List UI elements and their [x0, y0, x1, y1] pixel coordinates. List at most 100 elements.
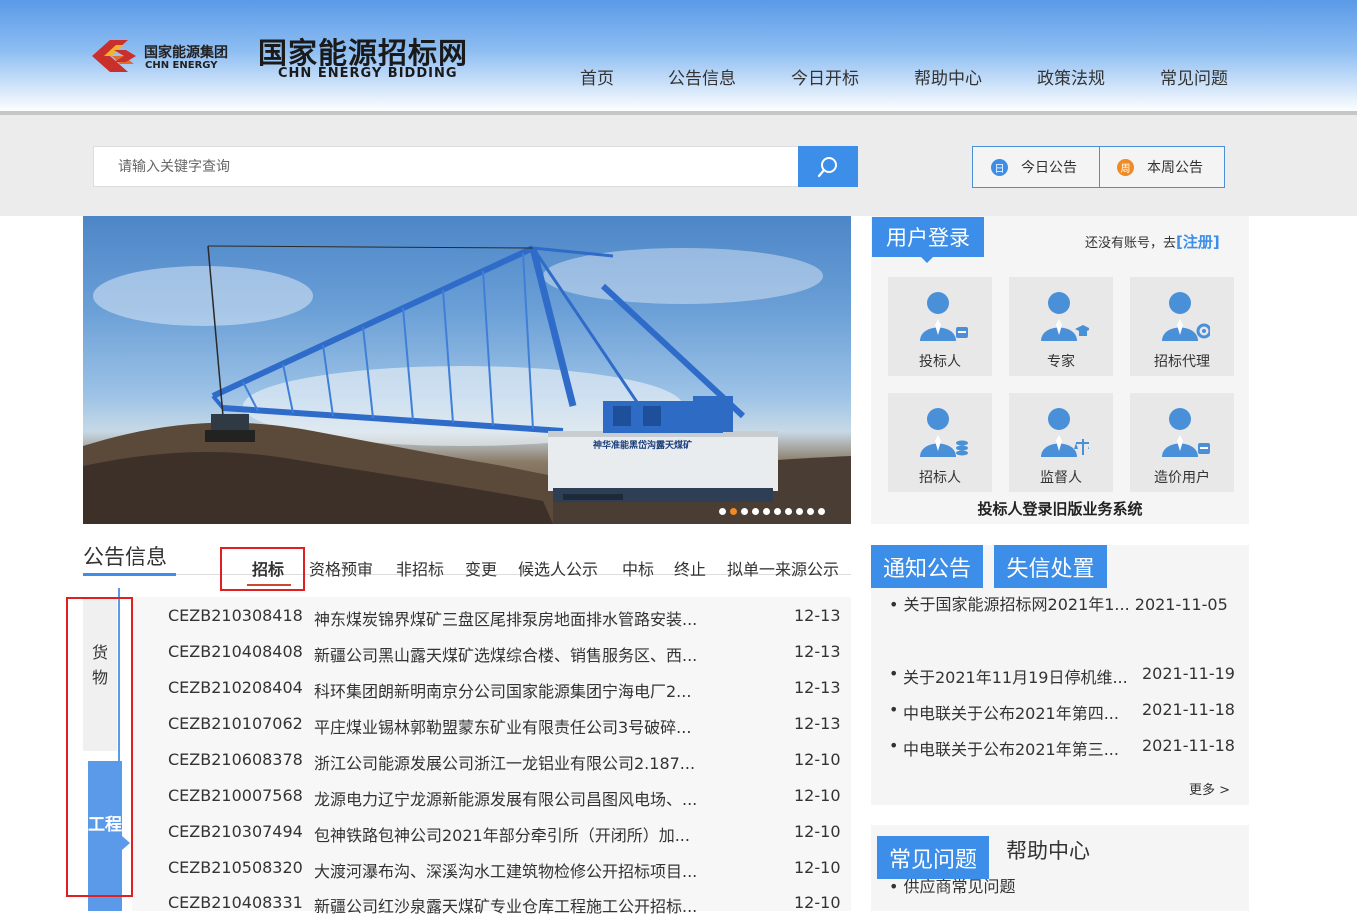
- list-item[interactable]: CEZB210508320 大渡河瀑布沟、深溪沟水工建筑物检修公开招标项目... 1…: [168, 858, 848, 882]
- role-label: 投标人: [919, 354, 961, 370]
- bidder-user-icon: [920, 292, 968, 341]
- main-nav: 首页 公告信息 今日开标 帮助中心 政策法规 常见问题: [560, 64, 1250, 89]
- agent-user-icon: [1162, 292, 1210, 341]
- calendar-week-icon: 周: [1117, 158, 1134, 176]
- role-label: 造价用户: [1154, 470, 1210, 486]
- week-announcements-label: 本周公告: [1147, 160, 1203, 176]
- cost-user-icon: [1162, 408, 1210, 457]
- tab-notices[interactable]: 通知公告: [871, 545, 983, 588]
- banner-dot[interactable]: [741, 508, 748, 515]
- item-title: 平庄煤业锡林郭勒盟蒙东矿业有限责任公司3号破碎...: [314, 718, 692, 737]
- item-title: 新疆公司黑山露天煤矿选煤综合楼、销售服务区、西...: [314, 646, 698, 665]
- banner-dot[interactable]: [818, 508, 825, 515]
- list-item[interactable]: CEZB210208404 科环集团朗新明南京分公司国家能源集团宁海电厂2... 1…: [168, 678, 848, 702]
- login-heading: 用户登录: [872, 217, 984, 257]
- item-title: 龙源电力辽宁龙源新能源发展有限公司昌图风电场、...: [314, 790, 698, 809]
- today-announcements-label: 今日公告: [1021, 160, 1077, 176]
- banner-machine-text: 神华准能黑岱沟露天煤矿: [593, 439, 692, 451]
- tenderer-user-icon: [920, 408, 968, 457]
- notice-date: 2021-11-18: [1142, 700, 1235, 719]
- list-item[interactable]: CEZB210007568 龙源电力辽宁龙源新能源发展有限公司昌图风电场、... 1…: [168, 786, 848, 810]
- list-item[interactable]: CEZB210408331 新疆公司红沙泉露天煤矿专业仓库工程施工公开招标... 1…: [168, 893, 848, 917]
- list-item[interactable]: CEZB210107062 平庄煤业锡林郭勒盟蒙东矿业有限责任公司3号破碎... 1…: [168, 714, 848, 738]
- expert-user-icon: [1041, 292, 1089, 341]
- hero-banner[interactable]: 神华准能黑岱沟露天煤矿: [83, 216, 851, 524]
- nav-policies[interactable]: 政策法规: [1037, 64, 1105, 89]
- search-button[interactable]: [798, 146, 858, 187]
- role-supervisor-button[interactable]: 监督人: [1009, 393, 1113, 492]
- banner-dot[interactable]: [752, 508, 759, 515]
- item-date: 12-13: [794, 678, 841, 697]
- tab-single-source[interactable]: 拟单一来源公示: [727, 556, 839, 580]
- role-label: 专家: [1047, 354, 1075, 370]
- banner-dot[interactable]: [796, 508, 803, 515]
- item-code: CEZB210007568: [168, 786, 303, 805]
- notices-more-link[interactable]: 更多 >: [1189, 779, 1230, 798]
- item-title: 浙江公司能源发展公司浙江一龙铝业有限公司2.187...: [314, 754, 696, 773]
- calendar-day-icon: 日: [991, 158, 1008, 176]
- old-system-login-link[interactable]: 投标人登录旧版业务系统: [871, 498, 1249, 519]
- nav-today-opening[interactable]: 今日开标: [791, 64, 859, 89]
- list-item[interactable]: CEZB210608378 浙江公司能源发展公司浙江一龙铝业有限公司2.187..…: [168, 750, 848, 774]
- role-tenderer-button[interactable]: 招标人: [888, 393, 992, 492]
- banner-dot[interactable]: [719, 508, 726, 515]
- tab-candidates[interactable]: 候选人公示: [518, 556, 598, 580]
- tab-changes[interactable]: 变更: [465, 556, 497, 580]
- item-code: CEZB210308418: [168, 606, 303, 625]
- nav-faq[interactable]: 常见问题: [1160, 64, 1228, 89]
- group-logo[interactable]: 国家能源集团 CHN ENERGY: [90, 36, 250, 80]
- group-name-en: CHN ENERGY: [145, 60, 218, 71]
- site-subtitle: CHN ENERGY BIDDING: [278, 66, 458, 81]
- nav-home[interactable]: 首页: [580, 64, 614, 89]
- notice-date: 2021-11-19: [1142, 664, 1235, 683]
- nav-announcements[interactable]: 公告信息: [668, 64, 736, 89]
- item-date: 12-13: [794, 714, 841, 733]
- bullet-icon: •: [889, 664, 899, 683]
- item-date: 12-13: [794, 642, 841, 661]
- list-item[interactable]: CEZB210307494 包神铁路包神公司2021年部分牵引所（开闭所）加...…: [168, 822, 848, 846]
- tab-credit-punishment[interactable]: 失信处置: [994, 545, 1107, 588]
- today-announcements-button[interactable]: 日 今日公告: [991, 147, 1077, 187]
- tab-prequalification[interactable]: 资格预审: [309, 556, 373, 580]
- notice-partial-item[interactable]: • 关于国家能源招标网2021年1... 2021-11-05: [889, 591, 1228, 615]
- notice-date: 2021-11-18: [1142, 736, 1235, 755]
- search-input[interactable]: [94, 147, 799, 186]
- nav-help-center[interactable]: 帮助中心: [914, 64, 982, 89]
- banner-dot-active[interactable]: [730, 508, 737, 515]
- tab-faq[interactable]: 常见问题: [877, 836, 989, 879]
- register-link[interactable]: [注册]: [1176, 233, 1220, 251]
- banner-dot[interactable]: [807, 508, 814, 515]
- notice-title: 中电联关于公布2021年第三...: [903, 740, 1119, 759]
- supervisor-user-icon: [1041, 408, 1089, 457]
- banner-dot[interactable]: [774, 508, 781, 515]
- notice-item[interactable]: • 关于2021年11月19日停机维... 2021-11-19: [889, 664, 1239, 687]
- role-bidder-button[interactable]: 投标人: [888, 277, 992, 376]
- list-item[interactable]: CEZB210308418 神东煤炭锦界煤矿三盘区尾排泵房地面排水管路安装... 1…: [168, 606, 848, 630]
- notice-item[interactable]: • 中电联关于公布2021年第四... 2021-11-18: [889, 700, 1239, 723]
- chn-energy-logo-icon: [92, 40, 136, 72]
- highlight-box-tab: [220, 547, 305, 591]
- item-title: 神东煤炭锦界煤矿三盘区尾排泵房地面排水管路安装...: [314, 610, 698, 629]
- notice-title: 中电联关于公布2021年第四...: [903, 704, 1119, 723]
- tab-terminated[interactable]: 终止: [674, 556, 706, 580]
- tab-help-center[interactable]: 帮助中心: [1006, 835, 1090, 865]
- bullet-icon: •: [889, 700, 899, 719]
- highlight-box-category: [66, 597, 133, 897]
- tab-non-bidding[interactable]: 非招标: [396, 556, 444, 580]
- banner-dot[interactable]: [763, 508, 770, 515]
- search-box: [93, 146, 799, 187]
- role-expert-button[interactable]: 专家: [1009, 277, 1113, 376]
- week-announcements-button[interactable]: 周 本周公告: [1117, 147, 1203, 187]
- tab-awarded[interactable]: 中标: [622, 556, 654, 580]
- item-code: CEZB210608378: [168, 750, 303, 769]
- role-cost-user-button[interactable]: 造价用户: [1130, 393, 1234, 492]
- list-item[interactable]: CEZB210408408 新疆公司黑山露天煤矿选煤综合楼、销售服务区、西... 1…: [168, 642, 848, 666]
- role-agent-button[interactable]: 招标代理: [1130, 277, 1234, 376]
- search-icon: [817, 156, 837, 177]
- quick-filter-divider: [1099, 147, 1100, 187]
- notice-item[interactable]: • 中电联关于公布2021年第三... 2021-11-18: [889, 736, 1239, 759]
- banner-dot[interactable]: [785, 508, 792, 515]
- quick-filter-group: 日 今日公告 周 本周公告: [972, 146, 1225, 188]
- login-heading-arrow-icon: [921, 257, 933, 263]
- item-code: CEZB210208404: [168, 678, 303, 697]
